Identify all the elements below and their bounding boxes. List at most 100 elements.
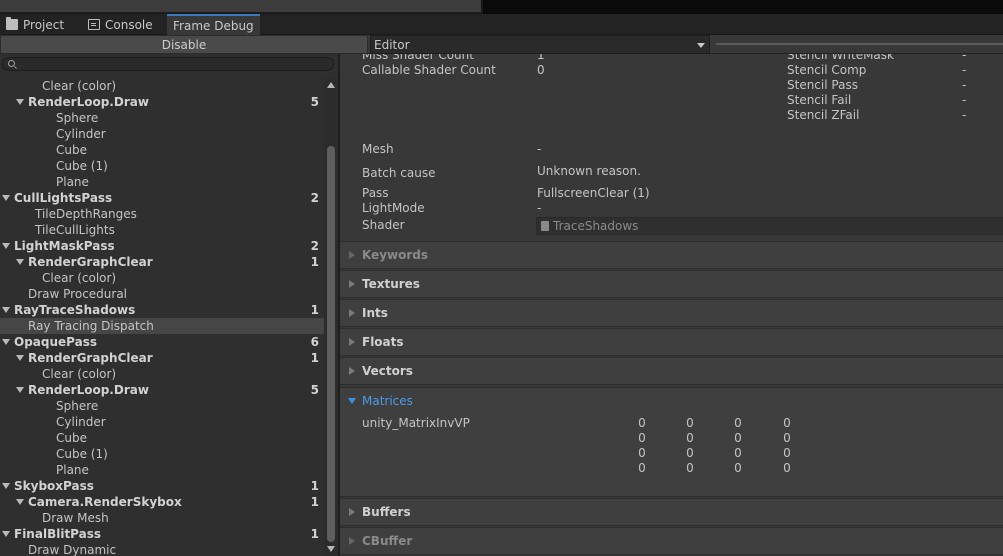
tab-console[interactable]: Console (82, 14, 159, 35)
tree-row-label: Cube (56, 431, 87, 445)
tree-row-label: RenderGraphClear (28, 351, 153, 365)
expand-triangle-icon[interactable] (16, 355, 24, 361)
expand-triangle-icon[interactable] (2, 307, 10, 313)
section-buffers[interactable]: Buffers (340, 498, 1003, 526)
tree-row[interactable]: LightMaskPass 2 (0, 238, 324, 254)
disable-button[interactable]: Disable (0, 35, 368, 54)
scroll-down-icon[interactable] (327, 546, 335, 552)
matrix-cell: 0 (734, 446, 742, 460)
tree-row[interactable]: Cylinder (0, 414, 324, 430)
section-textures[interactable]: Textures (340, 270, 1003, 298)
section-matrices-label: Matrices (362, 394, 413, 408)
tree-row[interactable]: Clear (color) (0, 270, 324, 286)
tree-row[interactable]: Cube (1) (0, 158, 324, 174)
chevron-down-icon (697, 43, 705, 48)
search-input[interactable] (2, 57, 334, 71)
section-matrices[interactable]: Matrices unity_MatrixInvVP 0000000000000… (340, 387, 1003, 497)
lightmode-label: LightMode (362, 201, 425, 215)
target-dropdown-value: Editor (374, 37, 410, 52)
top-gray-bar (0, 0, 481, 13)
tree-row[interactable]: TileDepthRanges (0, 206, 324, 222)
section-ints[interactable]: Ints (340, 299, 1003, 327)
shader-field[interactable]: TraceShadows (536, 217, 1003, 235)
stencil-fail-label: Stencil Fail (787, 93, 852, 107)
tree-row[interactable]: Draw Mesh (0, 510, 324, 526)
section-floats[interactable]: Floats (340, 328, 1003, 356)
tree-row-count: 1 (310, 527, 319, 541)
tree-row-label: Clear (color) (42, 271, 117, 285)
expand-triangle-icon[interactable] (16, 499, 24, 505)
expand-triangle-icon[interactable] (16, 259, 24, 265)
tree-row[interactable]: RenderLoop.Draw 5 (0, 382, 324, 398)
tree-row[interactable]: Cube (0, 430, 324, 446)
matrix-cell: 0 (734, 416, 742, 430)
expand-triangle-icon[interactable] (2, 195, 10, 201)
tree-row-label: CullLightsPass (14, 191, 113, 205)
tree-row[interactable]: FinalBlitPass 1 (0, 526, 324, 542)
tree-row[interactable]: Camera.RenderSkybox 1 (0, 494, 324, 510)
tree-row-label: Clear (color) (42, 79, 117, 93)
collapsed-triangle-icon (349, 251, 355, 259)
event-slider[interactable] (716, 43, 1003, 45)
expand-triangle-icon[interactable] (2, 483, 10, 489)
tree-row[interactable]: Sphere (0, 110, 324, 126)
tree-row-selected[interactable]: Ray Tracing Dispatch (0, 318, 324, 334)
tree-row-count: 2 (310, 191, 319, 205)
tree-row[interactable]: Cylinder (0, 126, 324, 142)
tree-row[interactable]: Plane (0, 462, 324, 478)
tree-row[interactable]: RenderLoop.Draw 5 (0, 94, 324, 110)
tab-project[interactable]: Project (0, 14, 70, 35)
expand-triangle-icon[interactable] (16, 387, 24, 393)
tree-row[interactable]: Sphere (0, 398, 324, 414)
tree-row[interactable]: Cube (1) (0, 446, 324, 462)
tab-frame-debug[interactable]: Frame Debug (167, 14, 260, 35)
matrix-cell: 0 (638, 461, 646, 475)
tree-row-count: 5 (310, 95, 319, 109)
matrix-cell: 0 (686, 461, 694, 475)
tree-row[interactable]: SkyboxPass 1 (0, 478, 324, 494)
stencil-pass-value: - (962, 78, 967, 92)
search-wrap (0, 57, 334, 73)
expand-triangle-icon[interactable] (2, 243, 10, 249)
scroll-thumb[interactable] (327, 146, 335, 542)
section-keywords[interactable]: Keywords (340, 241, 1003, 269)
tree-row-label: RenderGraphClear (28, 255, 153, 269)
tree-row[interactable]: Plane (0, 174, 324, 190)
expand-triangle-icon[interactable] (2, 339, 10, 345)
mesh-value: - (537, 142, 542, 156)
tree-row-label: Cube (1) (56, 447, 108, 461)
tree-row[interactable]: Draw Dynamic (0, 542, 324, 556)
tree-row-label: Plane (56, 175, 89, 189)
expanded-triangle-icon (348, 398, 356, 404)
tree-row-label: Cylinder (56, 415, 106, 429)
shader-label: Shader (362, 218, 405, 232)
tree-row-label: Draw Dynamic (28, 543, 117, 556)
tree-row[interactable]: Cube (0, 142, 324, 158)
target-dropdown[interactable]: Editor (370, 35, 710, 54)
tree-row-label: OpaquePass (14, 335, 98, 349)
tree-row[interactable]: RenderGraphClear 1 (0, 254, 324, 270)
details-panel: Miss Shader Count 1 Callable Shader Coun… (340, 54, 1003, 556)
tree-row[interactable]: Clear (color) (0, 78, 324, 94)
event-tree-panel: Clear (color) RenderLoop.Draw 5 Sphere Cylin… (0, 54, 338, 556)
section-vectors[interactable]: Vectors (340, 357, 1003, 385)
collapsed-triangle-icon (349, 309, 355, 317)
tree-row[interactable]: Clear (color) (0, 366, 324, 382)
collapsed-triangle-icon (349, 367, 355, 375)
matrix-cell: 0 (734, 431, 742, 445)
tree-row-label: LightMaskPass (14, 239, 115, 253)
tree-row[interactable]: RenderGraphClear 1 (0, 350, 324, 366)
search-icon (8, 60, 15, 67)
scroll-up-icon[interactable] (327, 82, 335, 88)
tree-row[interactable]: Draw Procedural (0, 286, 324, 302)
tree-row[interactable]: OpaquePass 6 (0, 334, 324, 350)
tree-row[interactable]: RayTraceShadows 1 (0, 302, 324, 318)
expand-triangle-icon[interactable] (2, 531, 10, 537)
tree-scrollbar[interactable] (324, 78, 338, 556)
matrix-cell: 0 (783, 446, 791, 460)
tree-row[interactable]: TileCullLights (0, 222, 324, 238)
matrix-cell: 0 (638, 416, 646, 430)
expand-triangle-icon[interactable] (16, 99, 24, 105)
section-cbuffer[interactable]: CBuffer (340, 527, 1003, 555)
tree-row[interactable]: CullLightsPass 2 (0, 190, 324, 206)
